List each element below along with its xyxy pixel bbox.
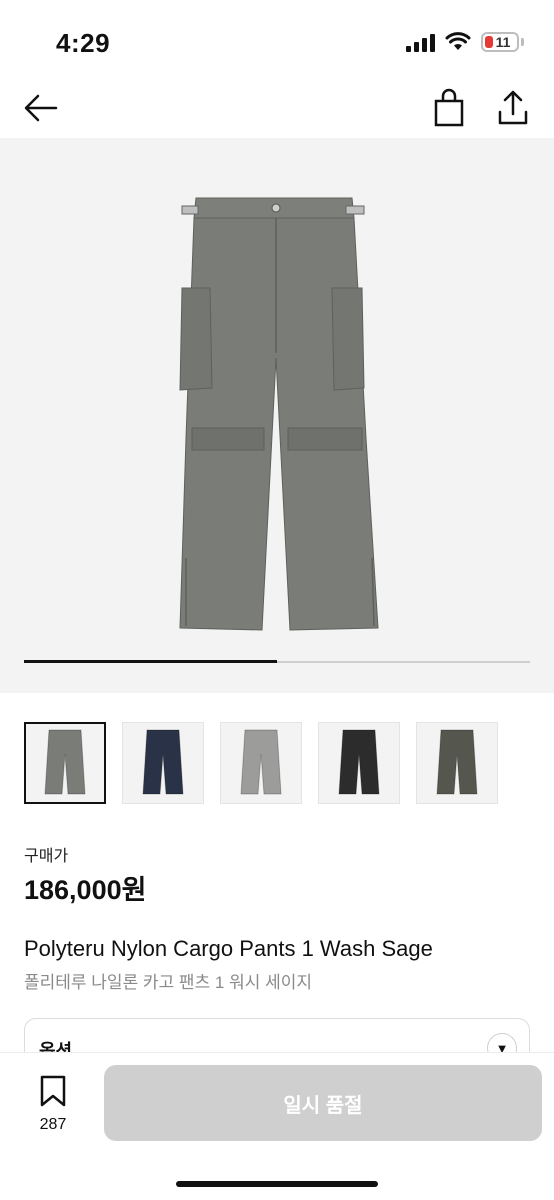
thumbnail-strip	[24, 722, 498, 804]
wishlist-button[interactable]: 287	[30, 1075, 76, 1134]
thumbnail-pants-image	[338, 729, 380, 795]
wishlist-count: 287	[39, 1116, 67, 1133]
thumbnail-3[interactable]	[220, 722, 302, 804]
home-indicator	[176, 1181, 378, 1187]
wifi-icon	[445, 32, 471, 50]
status-bar: 4:29 11	[0, 0, 554, 80]
bookmark-icon	[40, 1075, 66, 1107]
price-label: 구매가	[24, 848, 69, 865]
sold-out-button[interactable]: 일시 품절	[104, 1065, 542, 1141]
status-time: 4:29	[56, 28, 111, 58]
product-image	[179, 197, 379, 631]
gallery-progress-indicator	[24, 660, 277, 663]
battery-icon: 11	[481, 32, 519, 52]
thumbnail-4[interactable]	[318, 722, 400, 804]
thumbnail-2[interactable]	[122, 722, 204, 804]
product-image-carousel[interactable]	[0, 138, 554, 693]
signal-icon	[406, 32, 435, 52]
nav-bar	[0, 80, 554, 138]
product-title-en: Polyteru Nylon Cargo Pants 1 Wash Sage	[24, 936, 433, 961]
shopping-bag-icon[interactable]	[432, 88, 466, 128]
thumbnail-pants-image	[436, 729, 478, 795]
battery-level: 11	[495, 34, 511, 50]
product-title-ko: 폴리테루 나일론 카고 팬츠 1 워시 세이지	[24, 973, 313, 992]
thumbnail-1[interactable]	[24, 722, 106, 804]
thumbnail-5[interactable]	[416, 722, 498, 804]
price: 186,000원	[24, 875, 147, 905]
bottom-action-bar: 287 일시 품절	[0, 1052, 554, 1200]
thumbnail-pants-image	[44, 729, 86, 795]
share-icon[interactable]	[496, 88, 530, 128]
status-icons: 11	[406, 32, 524, 52]
thumbnail-pants-image	[240, 729, 282, 795]
cargo-pants-illustration	[179, 197, 379, 631]
battery-tip	[521, 38, 524, 46]
back-arrow-icon[interactable]	[22, 90, 62, 126]
gallery-progress-track	[24, 660, 530, 663]
thumbnail-pants-image	[142, 729, 184, 795]
